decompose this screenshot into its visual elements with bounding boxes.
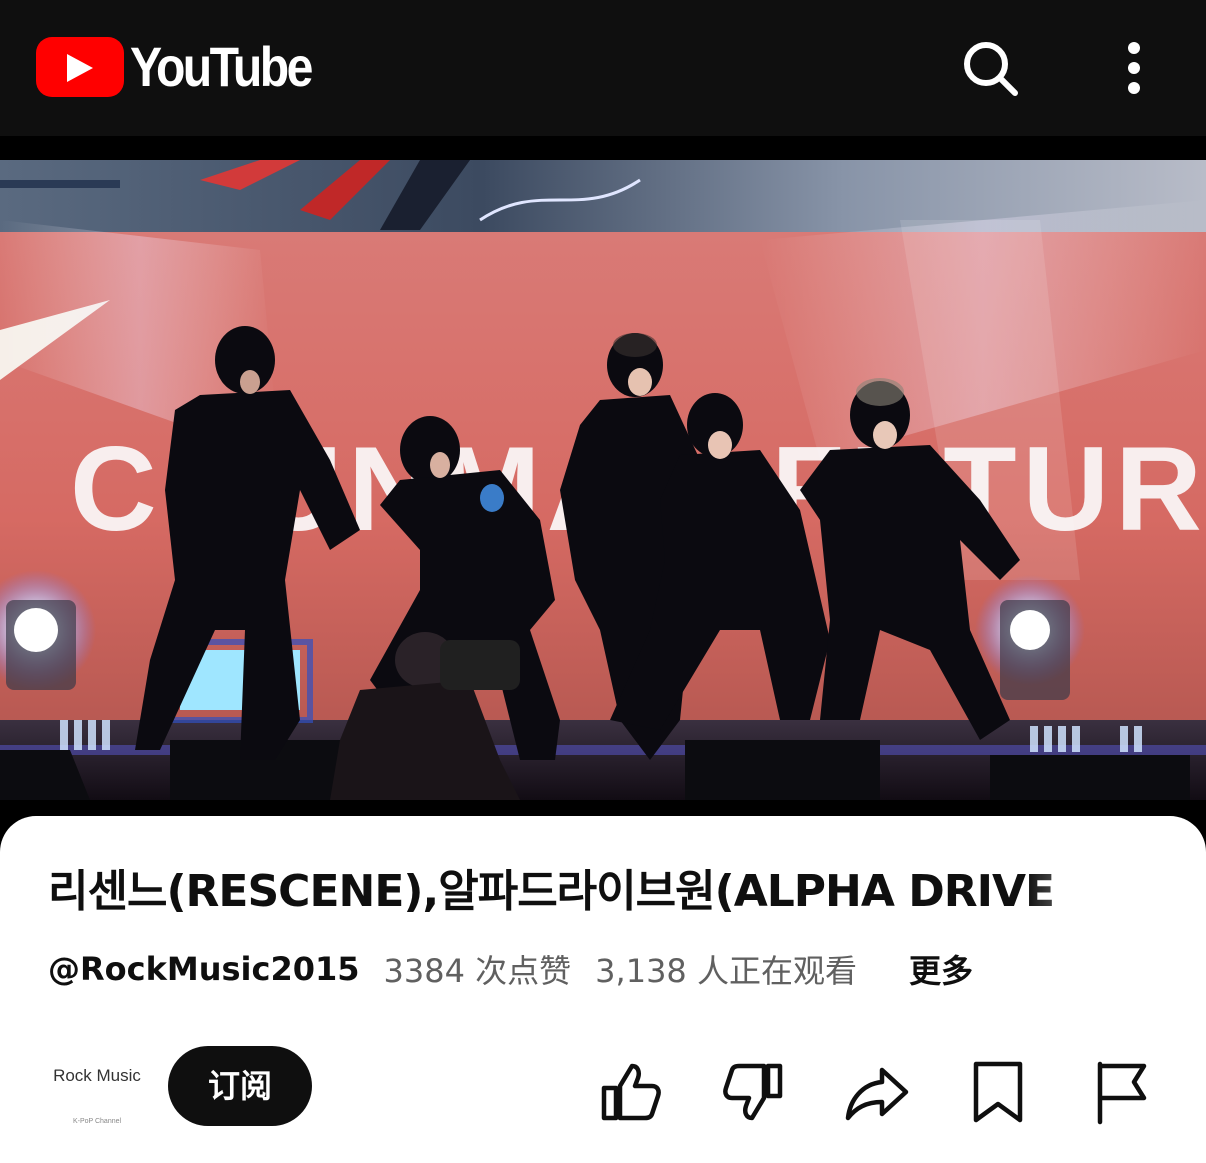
like-count: 3384 次点赞: [383, 952, 572, 990]
more-link[interactable]: 更多: [909, 946, 973, 992]
youtube-logo[interactable]: YouTube: [36, 36, 340, 98]
youtube-play-icon: [36, 37, 124, 97]
search-button[interactable]: [958, 36, 1022, 100]
channel-avatar[interactable]: Rock Music K-PoP Channel: [46, 1048, 146, 1148]
more-options-button[interactable]: [1102, 36, 1166, 100]
logo-wordmark: YouTube: [130, 35, 313, 98]
like-button[interactable]: [594, 1056, 666, 1128]
video-meta-row: @RockMusic2015 3384 次点赞 3,138 人正在观看 更多: [48, 946, 973, 992]
report-button[interactable]: [1086, 1056, 1158, 1128]
like-icon: [601, 1063, 661, 1121]
share-icon: [845, 1067, 909, 1121]
video-top-margin: [0, 136, 1206, 160]
avatar-subtitle: K-PoP Channel: [72, 1118, 122, 1125]
share-button[interactable]: [842, 1056, 914, 1128]
video-frame: CHUNMAN FUTURE: [0, 160, 1206, 800]
subscribe-button[interactable]: 订阅: [168, 1046, 312, 1126]
report-icon: [1097, 1061, 1147, 1125]
channel-handle-link[interactable]: @RockMusic2015: [48, 950, 360, 988]
more-vert-icon: [1128, 42, 1140, 94]
avatar-title: Rock Music: [53, 1066, 141, 1085]
video-title[interactable]: 리센느(RESCENE),알파드라이브원(ALPHA DRIVE: [48, 864, 1158, 920]
live-viewer-count: 3,138 人正在观看: [595, 952, 857, 990]
save-button[interactable]: [962, 1056, 1034, 1128]
search-icon: [964, 42, 1018, 96]
video-player[interactable]: CHUNMAN FUTURE: [0, 160, 1206, 800]
dislike-icon: [723, 1063, 783, 1121]
top-app-bar: YouTube: [0, 0, 1206, 136]
save-icon: [973, 1061, 1023, 1123]
dislike-button[interactable]: [718, 1056, 790, 1128]
